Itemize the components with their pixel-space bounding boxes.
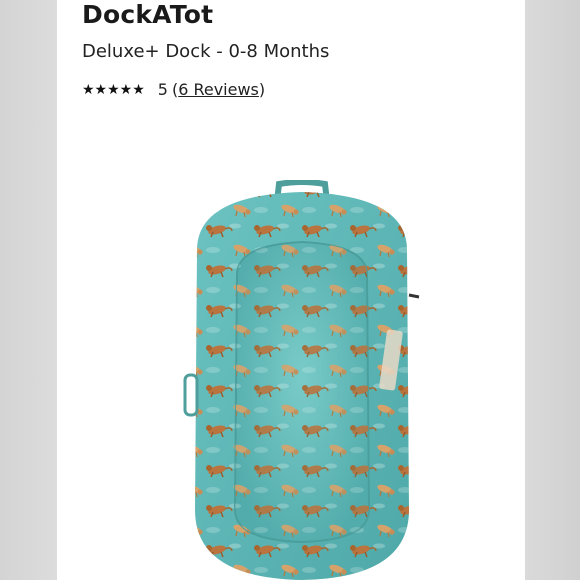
brand-name: DockATot <box>82 0 214 29</box>
star-rating-icon: ★★★★★ <box>82 81 145 98</box>
product-page: DockATot Deluxe+ Dock - 0-8 Months ★★★★★… <box>57 0 525 580</box>
product-image[interactable] <box>157 180 447 580</box>
rating-row: ★★★★★ 5 (6 Reviews) <box>82 80 265 99</box>
background-left <box>0 0 57 580</box>
close-paren: ) <box>258 80 266 99</box>
rating-value: 5 <box>157 80 168 99</box>
product-title: Deluxe+ Dock - 0-8 Months <box>82 41 330 62</box>
reviews-link[interactable]: 6 Reviews <box>178 80 259 99</box>
background-right <box>525 0 580 580</box>
